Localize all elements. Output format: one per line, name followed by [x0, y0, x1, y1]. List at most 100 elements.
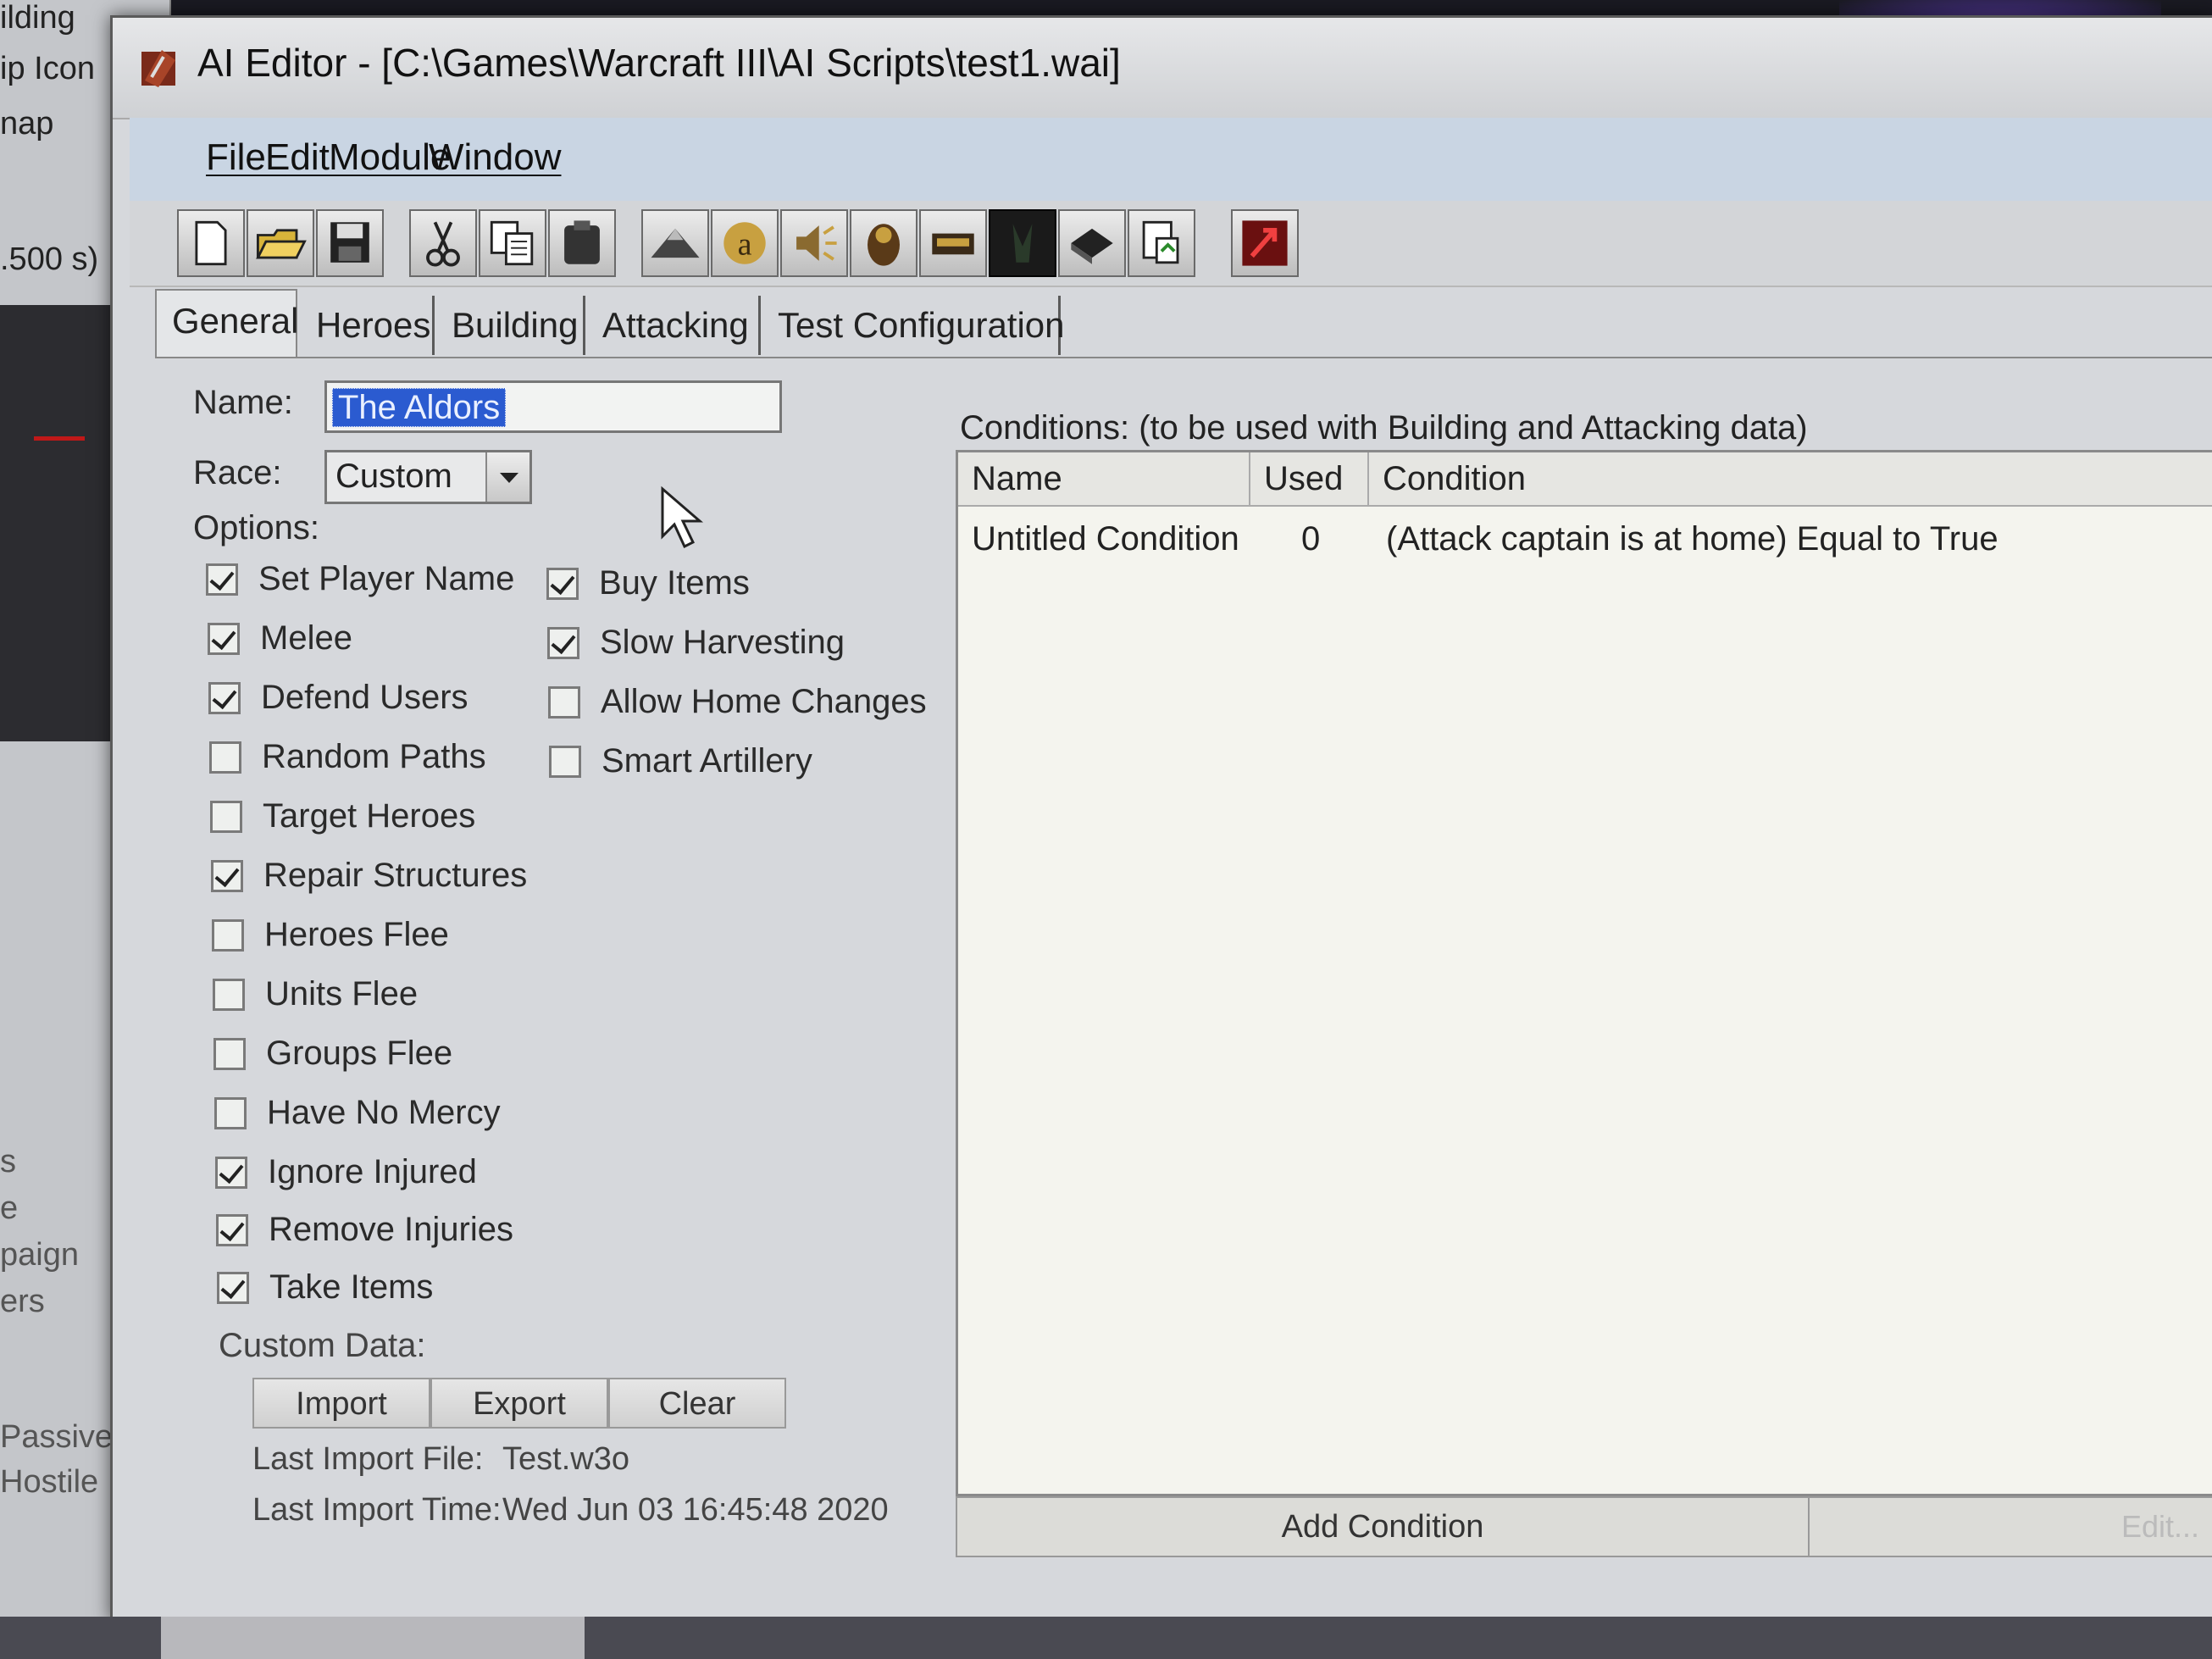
- taskbar-segment: [161, 1617, 585, 1659]
- checkbox[interactable]: [214, 1097, 247, 1129]
- tab-attacking[interactable]: Attacking: [587, 296, 761, 355]
- background-red-mark: [34, 436, 85, 441]
- background-text: Hostile: [0, 1464, 99, 1500]
- ai-editor-app-icon: [141, 50, 175, 87]
- background-text: ip Icon: [0, 51, 95, 86]
- checkbox[interactable]: [547, 627, 579, 659]
- checkbox-label: Have No Mercy: [267, 1094, 501, 1131]
- copy-icon[interactable]: [479, 209, 546, 277]
- svg-text:a: a: [738, 226, 752, 262]
- checkbox-label: Set Player Name: [258, 560, 515, 597]
- background-text: .500 s): [0, 241, 99, 277]
- checkbox[interactable]: [209, 741, 241, 774]
- menu-bar: File Edit Module Window: [130, 118, 2212, 203]
- clear-button[interactable]: Clear: [608, 1378, 786, 1429]
- background-text: s: [0, 1144, 16, 1179]
- paste-icon[interactable]: [548, 209, 616, 277]
- tab-general[interactable]: General: [155, 289, 298, 357]
- background-text: paign: [0, 1237, 79, 1273]
- menu-window[interactable]: Window: [429, 136, 562, 179]
- condition-used: 0: [1301, 520, 1321, 558]
- checkbox[interactable]: [206, 563, 238, 596]
- sound-icon[interactable]: [780, 209, 848, 277]
- checkbox-label: Smart Artillery: [602, 742, 812, 780]
- name-label: Name:: [193, 384, 293, 421]
- background-text: e: [0, 1190, 19, 1226]
- ai-editor-icon[interactable]: [989, 209, 1056, 277]
- import-button[interactable]: Import: [252, 1378, 430, 1429]
- test-map-icon[interactable]: [1231, 209, 1299, 277]
- chevron-down-icon[interactable]: [485, 452, 529, 502]
- column-header-name[interactable]: Name: [958, 452, 1250, 505]
- checkbox-label: Take Items: [269, 1268, 434, 1306]
- tab-building[interactable]: Building: [436, 296, 585, 355]
- name-input-value: The Aldors: [332, 388, 507, 427]
- checkbox[interactable]: [213, 1038, 246, 1070]
- tab-strip: General Heroes Building Attacking Test C…: [155, 289, 2212, 357]
- column-header-used[interactable]: Used: [1250, 452, 1369, 505]
- title-bar[interactable]: AI Editor - [C:\Games\Warcraft III\AI Sc…: [113, 18, 2212, 119]
- menu-edit[interactable]: Edit: [265, 136, 330, 179]
- checkbox[interactable]: [215, 1157, 247, 1189]
- tab-test-configuration[interactable]: Test Configuration: [762, 296, 1065, 355]
- object-icon[interactable]: [850, 209, 918, 277]
- checkbox-label: Random Paths: [262, 738, 486, 775]
- custom-data-label: Custom Data:: [219, 1327, 426, 1364]
- export-button[interactable]: Export: [430, 1378, 608, 1429]
- checkbox[interactable]: [548, 686, 580, 719]
- unit-icon[interactable]: [919, 209, 987, 277]
- checkbox-label: Target Heroes: [263, 797, 476, 835]
- terrain-icon[interactable]: [641, 209, 709, 277]
- checkbox[interactable]: [210, 801, 242, 833]
- background-text: Passive: [0, 1419, 114, 1455]
- tab-divider: [155, 357, 2212, 358]
- conditions-footer: Add Condition Edit...: [956, 1496, 2212, 1557]
- race-label: Race:: [193, 454, 282, 491]
- name-input[interactable]: The Aldors: [324, 380, 782, 433]
- background-text: nap: [0, 106, 54, 141]
- text-icon[interactable]: a: [711, 209, 779, 277]
- background-dark-panel: [0, 305, 127, 741]
- checkbox[interactable]: [212, 919, 244, 952]
- checkbox[interactable]: [216, 1214, 248, 1246]
- checkbox-label: Slow Harvesting: [600, 624, 845, 661]
- window-title: AI Editor - [C:\Games\Warcraft III\AI Sc…: [197, 41, 1121, 85]
- background-text: ers: [0, 1284, 45, 1319]
- tab-heroes[interactable]: Heroes: [301, 296, 435, 355]
- race-dropdown-value: Custom: [335, 458, 452, 495]
- checkbox[interactable]: [208, 623, 240, 655]
- conditions-list[interactable]: Name Used Condition Untitled Condition 0…: [956, 450, 2212, 1496]
- checkbox[interactable]: [546, 568, 579, 600]
- last-import-file-label: Last Import File:: [252, 1441, 484, 1477]
- last-import-time-label: Last Import Time:: [252, 1492, 502, 1528]
- taskbar: [0, 1617, 2212, 1659]
- last-import-file-value: Test.w3o: [502, 1441, 629, 1477]
- add-condition-button[interactable]: Add Condition: [957, 1498, 1810, 1556]
- checkbox-label: Allow Home Changes: [601, 683, 927, 720]
- save-icon[interactable]: [316, 209, 384, 277]
- options-label: Options:: [193, 509, 319, 547]
- race-dropdown[interactable]: Custom: [324, 450, 532, 504]
- condition-expression: (Attack captain is at home) Equal to Tru…: [1386, 520, 1999, 558]
- checkbox-label: Ignore Injured: [268, 1153, 477, 1190]
- checkbox-label: Buy Items: [599, 564, 750, 602]
- checkbox-label: Remove Injuries: [269, 1211, 514, 1248]
- table-row[interactable]: Untitled Condition 0 (Attack captain is …: [958, 520, 2212, 571]
- open-icon[interactable]: [247, 209, 314, 277]
- checkbox[interactable]: [211, 860, 243, 892]
- script-icon[interactable]: [1058, 209, 1126, 277]
- column-header-condition[interactable]: Condition: [1369, 452, 2212, 505]
- menu-file[interactable]: File: [206, 136, 266, 179]
- checkbox[interactable]: [208, 682, 241, 714]
- checkbox[interactable]: [549, 746, 581, 778]
- new-icon[interactable]: [177, 209, 245, 277]
- cut-icon[interactable]: [409, 209, 477, 277]
- import-icon[interactable]: [1128, 209, 1195, 277]
- edit-condition-button[interactable]: Edit...: [1808, 1498, 2212, 1556]
- checkbox[interactable]: [217, 1272, 249, 1304]
- conditions-header: Name Used Condition: [958, 452, 2212, 507]
- conditions-title: Conditions: (to be used with Building an…: [960, 409, 1808, 447]
- ai-editor-window: AI Editor - [C:\Games\Warcraft III\AI Sc…: [110, 15, 2212, 1622]
- condition-name: Untitled Condition: [972, 520, 1239, 558]
- checkbox[interactable]: [213, 979, 245, 1011]
